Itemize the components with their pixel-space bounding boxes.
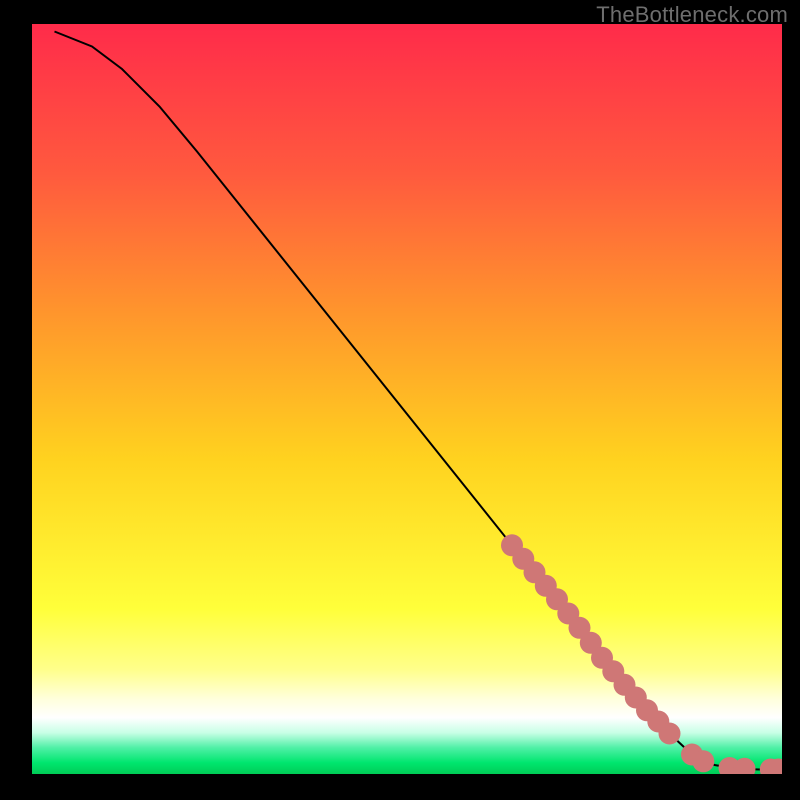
data-marker [659, 723, 681, 745]
data-marker [692, 750, 714, 772]
chart-svg [32, 24, 782, 774]
chart-stage: TheBottleneck.com [0, 0, 800, 800]
watermark-text: TheBottleneck.com [596, 2, 788, 28]
plot-background [32, 24, 782, 774]
